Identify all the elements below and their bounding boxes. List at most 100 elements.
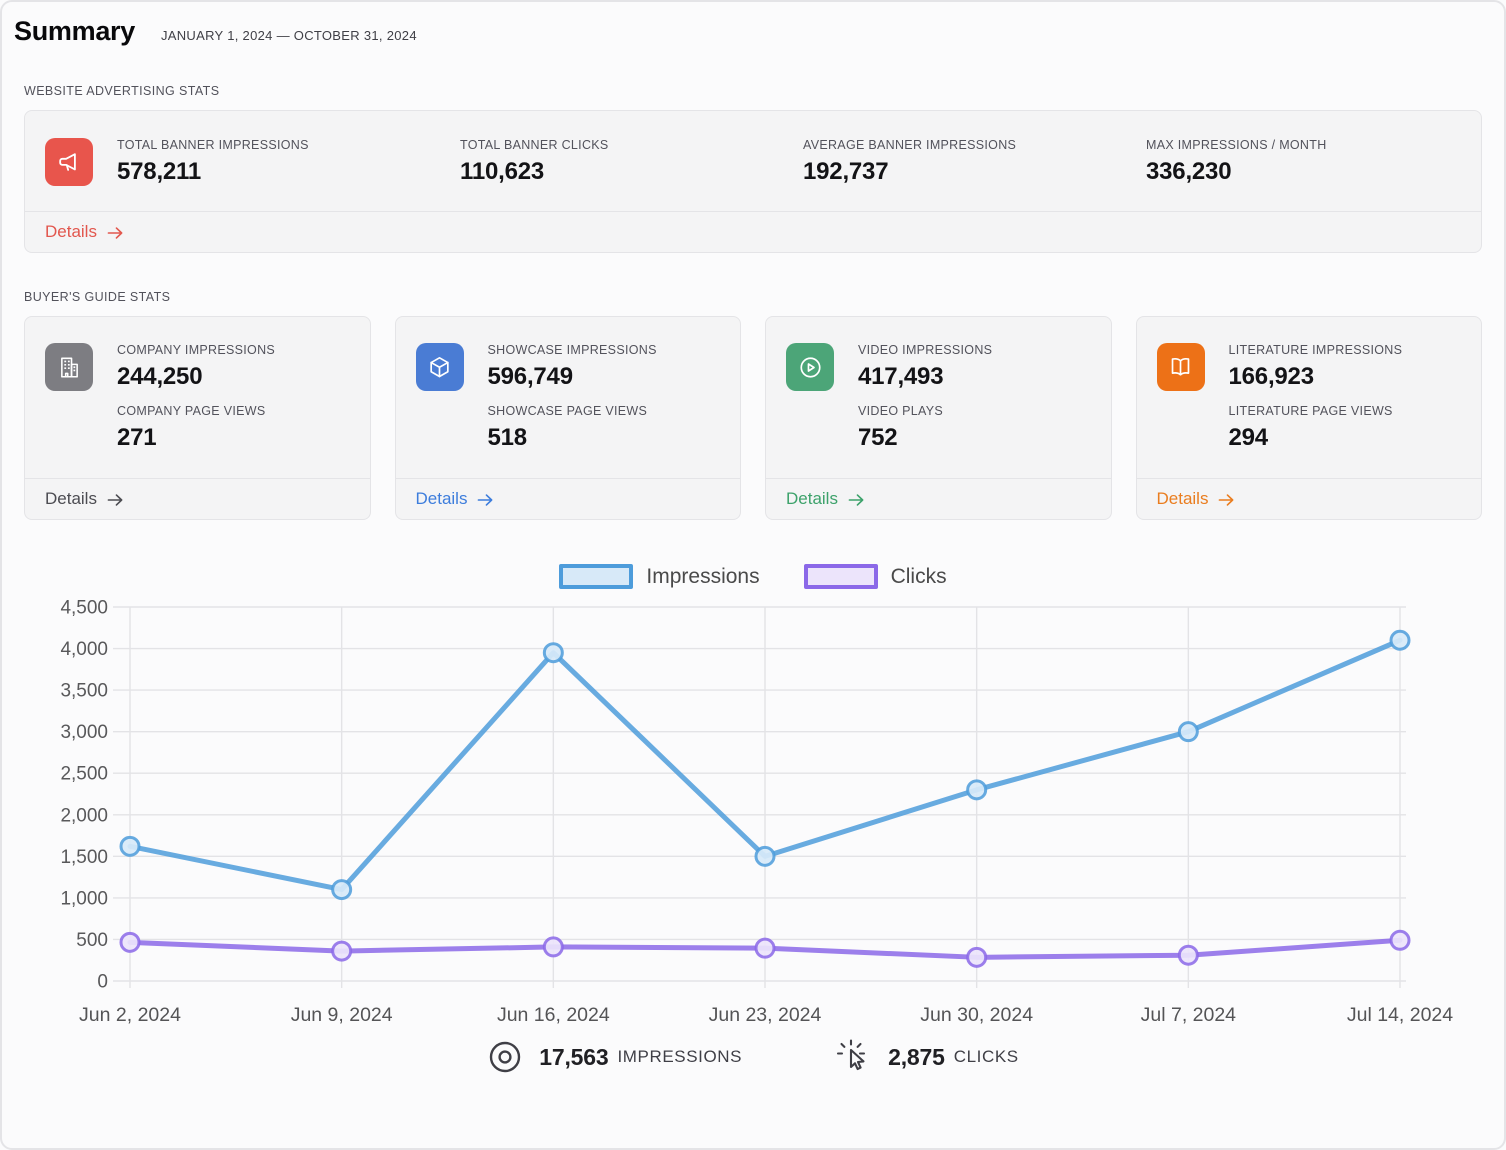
megaphone-icon — [45, 138, 93, 186]
total-clicks-group: 2,875 CLICKS — [834, 1037, 1019, 1077]
buyers-guide-cards-row: COMPANY IMPRESSIONS 244,250 COMPANY PAGE… — [24, 316, 1482, 520]
svg-text:Jun 2, 2024: Jun 2, 2024 — [79, 1004, 181, 1026]
stat-label: AVERAGE BANNER IMPRESSIONS — [803, 138, 1146, 152]
video-details-button[interactable]: Details — [786, 489, 865, 509]
impressions-swatch-icon — [559, 564, 633, 589]
stat-label: SHOWCASE PAGE VIEWS — [488, 404, 657, 418]
card-body: COMPANY IMPRESSIONS 244,250 COMPANY PAGE… — [25, 317, 370, 478]
svg-text:Jul 7, 2024: Jul 7, 2024 — [1141, 1004, 1237, 1026]
svg-text:4,500: 4,500 — [60, 598, 108, 619]
banner-details-button[interactable]: Details — [45, 222, 124, 242]
svg-text:Jul 14, 2024: Jul 14, 2024 — [1347, 1004, 1453, 1026]
card-stats: VIDEO IMPRESSIONS 417,493 VIDEO PLAYS 75… — [858, 343, 992, 452]
stat-literature-impressions: LITERATURE IMPRESSIONS 166,923 — [1229, 343, 1403, 391]
banner-card-body: TOTAL BANNER IMPRESSIONS 578,211 TOTAL B… — [25, 111, 1481, 211]
banner-card-footer: Details — [25, 211, 1481, 252]
legend-label: Clicks — [891, 565, 947, 589]
svg-text:500: 500 — [76, 930, 108, 951]
card-body: VIDEO IMPRESSIONS 417,493 VIDEO PLAYS 75… — [766, 317, 1111, 478]
stat-value: 294 — [1229, 424, 1403, 452]
arrow-right-icon — [1218, 493, 1235, 507]
summary-page: Summary JANUARY 1, 2024 — OCTOBER 31, 20… — [0, 0, 1506, 1077]
legend-item-clicks[interactable]: Clicks — [804, 564, 947, 589]
building-icon — [45, 343, 93, 391]
literature-stats-card: LITERATURE IMPRESSIONS 166,923 LITERATUR… — [1136, 316, 1483, 520]
svg-text:4,000: 4,000 — [60, 639, 108, 660]
total-impressions-group: 17,563 IMPRESSIONS — [487, 1039, 742, 1075]
stat-video-impressions: VIDEO IMPRESSIONS 417,493 — [858, 343, 992, 391]
svg-text:2,000: 2,000 — [60, 805, 108, 826]
stat-label: TOTAL BANNER CLICKS — [460, 138, 803, 152]
svg-text:Jun 16, 2024: Jun 16, 2024 — [497, 1004, 610, 1026]
stat-label: MAX IMPRESSIONS / MONTH — [1146, 138, 1482, 152]
page-title: Summary — [14, 16, 135, 47]
video-stats-card: VIDEO IMPRESSIONS 417,493 VIDEO PLAYS 75… — [765, 316, 1112, 520]
section-label-website-advertising: WEBSITE ADVERTISING STATS — [24, 84, 1482, 98]
svg-text:1,000: 1,000 — [60, 888, 108, 909]
card-stats: COMPANY IMPRESSIONS 244,250 COMPANY PAGE… — [117, 343, 275, 452]
stat-total-banner-impressions: TOTAL BANNER IMPRESSIONS 578,211 — [117, 138, 460, 186]
svg-text:2,500: 2,500 — [60, 764, 108, 785]
stat-value: 596,749 — [488, 363, 657, 391]
stat-value: 752 — [858, 424, 992, 452]
showcase-details-button[interactable]: Details — [416, 489, 495, 509]
svg-text:0: 0 — [97, 972, 108, 993]
stat-average-banner-impressions: AVERAGE BANNER IMPRESSIONS 192,737 — [803, 138, 1146, 186]
arrow-right-icon — [107, 226, 124, 240]
stat-company-impressions: COMPANY IMPRESSIONS 244,250 — [117, 343, 275, 391]
card-stats: SHOWCASE IMPRESSIONS 596,749 SHOWCASE PA… — [488, 343, 657, 452]
cursor-click-icon — [834, 1037, 872, 1077]
stat-label: TOTAL BANNER IMPRESSIONS — [117, 138, 460, 152]
stat-label: VIDEO PLAYS — [858, 404, 992, 418]
video-play-icon — [786, 343, 834, 391]
stat-value: 518 — [488, 424, 657, 452]
eye-icon — [487, 1039, 523, 1075]
cube-icon — [416, 343, 464, 391]
stat-total-banner-clicks: TOTAL BANNER CLICKS 110,623 — [460, 138, 803, 186]
stat-value: 271 — [117, 424, 275, 452]
date-range: JANUARY 1, 2024 — OCTOBER 31, 2024 — [161, 28, 417, 43]
stat-company-page-views: COMPANY PAGE VIEWS 271 — [117, 404, 275, 452]
arrow-right-icon — [477, 493, 494, 507]
details-label: Details — [45, 489, 97, 509]
svg-text:Jun 9, 2024: Jun 9, 2024 — [291, 1004, 393, 1026]
stat-literature-page-views: LITERATURE PAGE VIEWS 294 — [1229, 404, 1403, 452]
company-details-button[interactable]: Details — [45, 489, 124, 509]
stat-label: LITERATURE IMPRESSIONS — [1229, 343, 1403, 357]
stat-label: COMPANY IMPRESSIONS — [117, 343, 275, 357]
svg-text:3,000: 3,000 — [60, 722, 108, 743]
card-footer: Details — [396, 478, 741, 519]
chart-totals-row: 17,563 IMPRESSIONS 2,875 CLICKS — [24, 1037, 1482, 1077]
card-body: LITERATURE IMPRESSIONS 166,923 LITERATUR… — [1137, 317, 1482, 478]
stat-label: LITERATURE PAGE VIEWS — [1229, 404, 1403, 418]
total-impressions-value: 17,563 — [539, 1044, 608, 1071]
stat-showcase-impressions: SHOWCASE IMPRESSIONS 596,749 — [488, 343, 657, 391]
stat-label: VIDEO IMPRESSIONS — [858, 343, 992, 357]
section-label-buyers-guide: BUYER'S GUIDE STATS — [24, 290, 1482, 304]
details-label: Details — [786, 489, 838, 509]
total-impressions-label: IMPRESSIONS — [617, 1047, 742, 1067]
stat-value: 166,923 — [1229, 363, 1403, 391]
card-footer: Details — [25, 478, 370, 519]
banner-stats-card: TOTAL BANNER IMPRESSIONS 578,211 TOTAL B… — [24, 110, 1482, 253]
stat-video-plays: VIDEO PLAYS 752 — [858, 404, 992, 452]
legend-label: Impressions — [646, 565, 759, 589]
literature-details-button[interactable]: Details — [1157, 489, 1236, 509]
line-chart-canvas[interactable]: 05001,0001,5002,0002,5003,0003,5004,0004… — [24, 595, 1482, 1033]
showcase-stats-card: SHOWCASE IMPRESSIONS 596,749 SHOWCASE PA… — [395, 316, 742, 520]
stat-value: 192,737 — [803, 158, 1146, 186]
stat-value: 417,493 — [858, 363, 992, 391]
open-book-icon — [1157, 343, 1205, 391]
legend-item-impressions[interactable]: Impressions — [559, 564, 759, 589]
svg-text:3,500: 3,500 — [60, 681, 108, 702]
total-clicks-label: CLICKS — [954, 1047, 1019, 1067]
page-header: Summary JANUARY 1, 2024 — OCTOBER 31, 20… — [24, 16, 1482, 47]
total-clicks-value: 2,875 — [888, 1044, 945, 1071]
chart-legend: Impressions Clicks — [24, 564, 1482, 589]
svg-text:Jun 30, 2024: Jun 30, 2024 — [920, 1004, 1033, 1026]
details-label: Details — [416, 489, 468, 509]
svg-text:Jun 23, 2024: Jun 23, 2024 — [709, 1004, 822, 1026]
stat-value: 110,623 — [460, 158, 803, 186]
stat-showcase-page-views: SHOWCASE PAGE VIEWS 518 — [488, 404, 657, 452]
banner-stats-row: TOTAL BANNER IMPRESSIONS 578,211 TOTAL B… — [117, 138, 1482, 186]
